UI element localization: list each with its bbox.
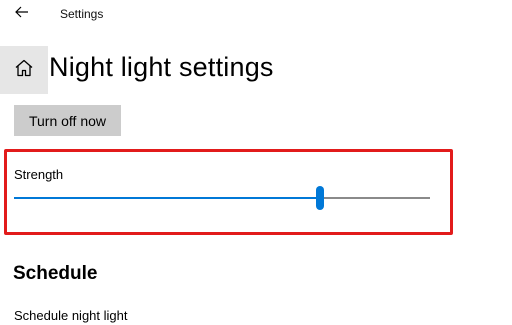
schedule-heading: Schedule [13, 263, 98, 284]
arrow-left-icon [15, 5, 29, 23]
strength-slider[interactable] [14, 186, 430, 210]
schedule-night-light-label: Schedule night light [14, 308, 128, 323]
turn-off-now-button[interactable]: Turn off now [14, 105, 121, 136]
back-button[interactable] [10, 3, 34, 25]
home-button[interactable] [0, 46, 48, 94]
home-icon [14, 58, 34, 83]
slider-thumb[interactable] [315, 186, 324, 210]
window-title: Settings [60, 7, 104, 21]
slider-fill [14, 197, 320, 199]
title-bar: Settings [0, 0, 512, 30]
strength-label: Strength [14, 167, 64, 182]
page-title: Night light settings [49, 52, 274, 82]
